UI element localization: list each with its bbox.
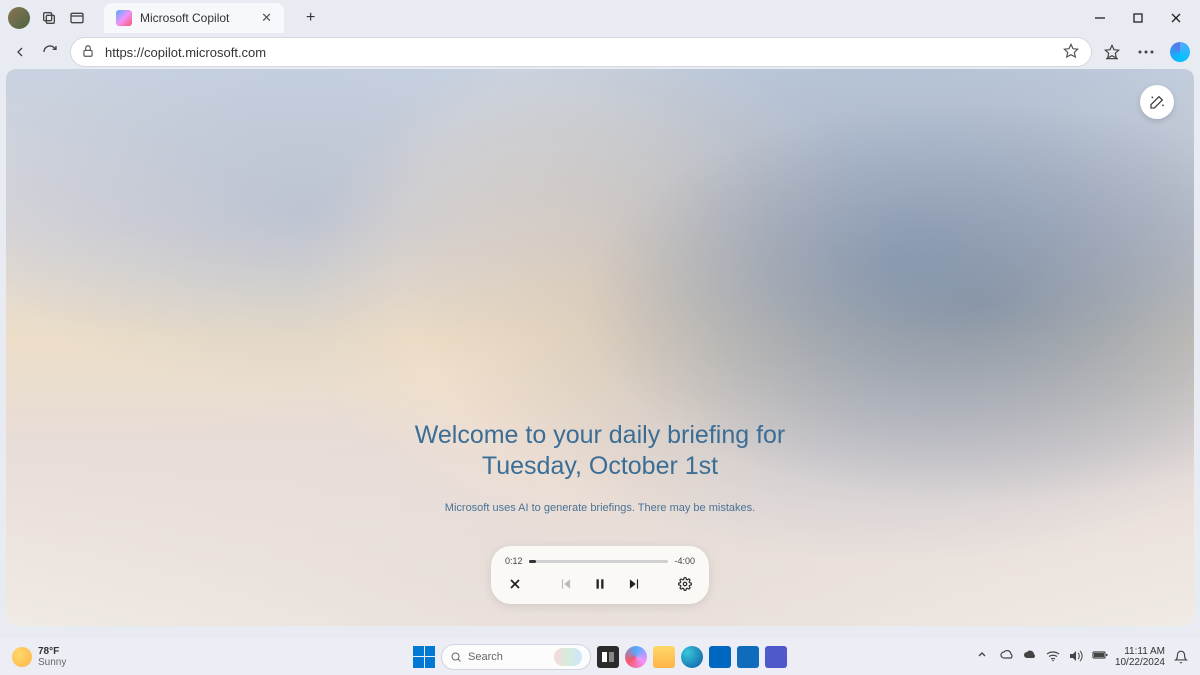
- progress-fill: [529, 560, 536, 563]
- search-placeholder: Search: [468, 651, 503, 663]
- edge-icon[interactable]: [681, 646, 703, 668]
- briefing-title: Welcome to your daily briefing for Tuesd…: [6, 420, 1194, 483]
- start-button[interactable]: [413, 646, 435, 668]
- taskbar-search[interactable]: Search: [441, 644, 591, 670]
- copilot-app-icon[interactable]: [625, 646, 647, 668]
- player-controls: [505, 574, 695, 594]
- remaining-time: -4:00: [674, 556, 695, 566]
- tab-title: Microsoft Copilot: [140, 11, 253, 25]
- close-window-button[interactable]: [1166, 8, 1186, 28]
- outlook-icon[interactable]: [737, 646, 759, 668]
- address-bar[interactable]: https://copilot.microsoft.com: [70, 37, 1092, 67]
- pause-button[interactable]: [590, 574, 610, 594]
- copilot-favicon: [116, 10, 132, 26]
- clock[interactable]: 11:11 AM 10/22/2024: [1115, 646, 1165, 668]
- windows-taskbar: 78°F Sunny Search 11:11 AM 10/22/2024: [0, 638, 1200, 675]
- file-explorer-icon[interactable]: [653, 646, 675, 668]
- browser-titlebar: Microsoft Copilot ✕ +: [0, 0, 1200, 35]
- minimize-button[interactable]: [1090, 8, 1110, 28]
- system-tray: 11:11 AM 10/22/2024: [977, 646, 1188, 668]
- search-icon: [450, 651, 462, 663]
- weather-temp: 78°F: [38, 646, 66, 657]
- time: 11:11 AM: [1115, 646, 1165, 657]
- center-controls: [556, 574, 644, 594]
- more-menu-icon[interactable]: [1136, 42, 1156, 62]
- address-bar-row: https://copilot.microsoft.com: [0, 35, 1200, 69]
- favorite-star-icon[interactable]: [1063, 43, 1081, 61]
- sun-icon: [12, 647, 32, 667]
- weather-condition: Sunny: [38, 657, 66, 668]
- briefing-title-line1: Welcome to your daily briefing for: [415, 421, 786, 449]
- copilot-sidebar-icon[interactable]: [1170, 42, 1190, 62]
- back-button[interactable]: [10, 42, 30, 62]
- magic-wand-button[interactable]: [1140, 85, 1174, 119]
- tab-actions-icon[interactable]: [68, 9, 86, 27]
- store-icon[interactable]: [709, 646, 731, 668]
- close-player-button[interactable]: [505, 574, 525, 594]
- settings-button[interactable]: [675, 574, 695, 594]
- date: 10/22/2024: [1115, 657, 1165, 668]
- notifications-icon[interactable]: [1174, 650, 1188, 664]
- browser-tab[interactable]: Microsoft Copilot ✕: [104, 3, 284, 33]
- toolbar-right: [1102, 42, 1190, 62]
- progress-track[interactable]: [529, 560, 669, 563]
- titlebar-left: Microsoft Copilot ✕ +: [8, 3, 315, 33]
- wifi-icon[interactable]: [1046, 650, 1060, 664]
- url-text: https://copilot.microsoft.com: [105, 45, 1055, 60]
- briefing-title-line2: Tuesday, October 1st: [482, 452, 718, 480]
- audio-player: 0:12 -4:00: [491, 546, 709, 604]
- briefing-text: Welcome to your daily briefing for Tuesd…: [6, 420, 1194, 515]
- page-content: Welcome to your daily briefing for Tuesd…: [6, 69, 1194, 626]
- tray-chevron-icon[interactable]: [977, 650, 991, 664]
- window-controls: [1090, 8, 1192, 28]
- search-decoration-icon: [554, 648, 582, 666]
- cloud-icon[interactable]: [1023, 650, 1037, 664]
- close-tab-button[interactable]: ✕: [261, 10, 272, 26]
- next-track-button[interactable]: [624, 574, 644, 594]
- previous-track-button: [556, 574, 576, 594]
- favorites-icon[interactable]: [1102, 42, 1122, 62]
- task-view-icon[interactable]: [597, 646, 619, 668]
- refresh-button[interactable]: [40, 42, 60, 62]
- workspaces-icon[interactable]: [40, 9, 58, 27]
- volume-icon[interactable]: [1069, 650, 1083, 664]
- battery-icon[interactable]: [1092, 650, 1106, 664]
- onedrive-icon[interactable]: [1000, 650, 1014, 664]
- profile-avatar[interactable]: [8, 7, 30, 29]
- maximize-button[interactable]: [1128, 8, 1148, 28]
- weather-widget[interactable]: 78°F Sunny: [12, 646, 66, 668]
- site-info-icon[interactable]: [81, 44, 97, 60]
- new-tab-button[interactable]: +: [306, 9, 315, 27]
- teams-icon[interactable]: [765, 646, 787, 668]
- briefing-disclaimer: Microsoft uses AI to generate briefings.…: [6, 502, 1194, 514]
- taskbar-center: Search: [413, 644, 787, 670]
- progress-row: 0:12 -4:00: [505, 556, 695, 566]
- current-time: 0:12: [505, 556, 523, 566]
